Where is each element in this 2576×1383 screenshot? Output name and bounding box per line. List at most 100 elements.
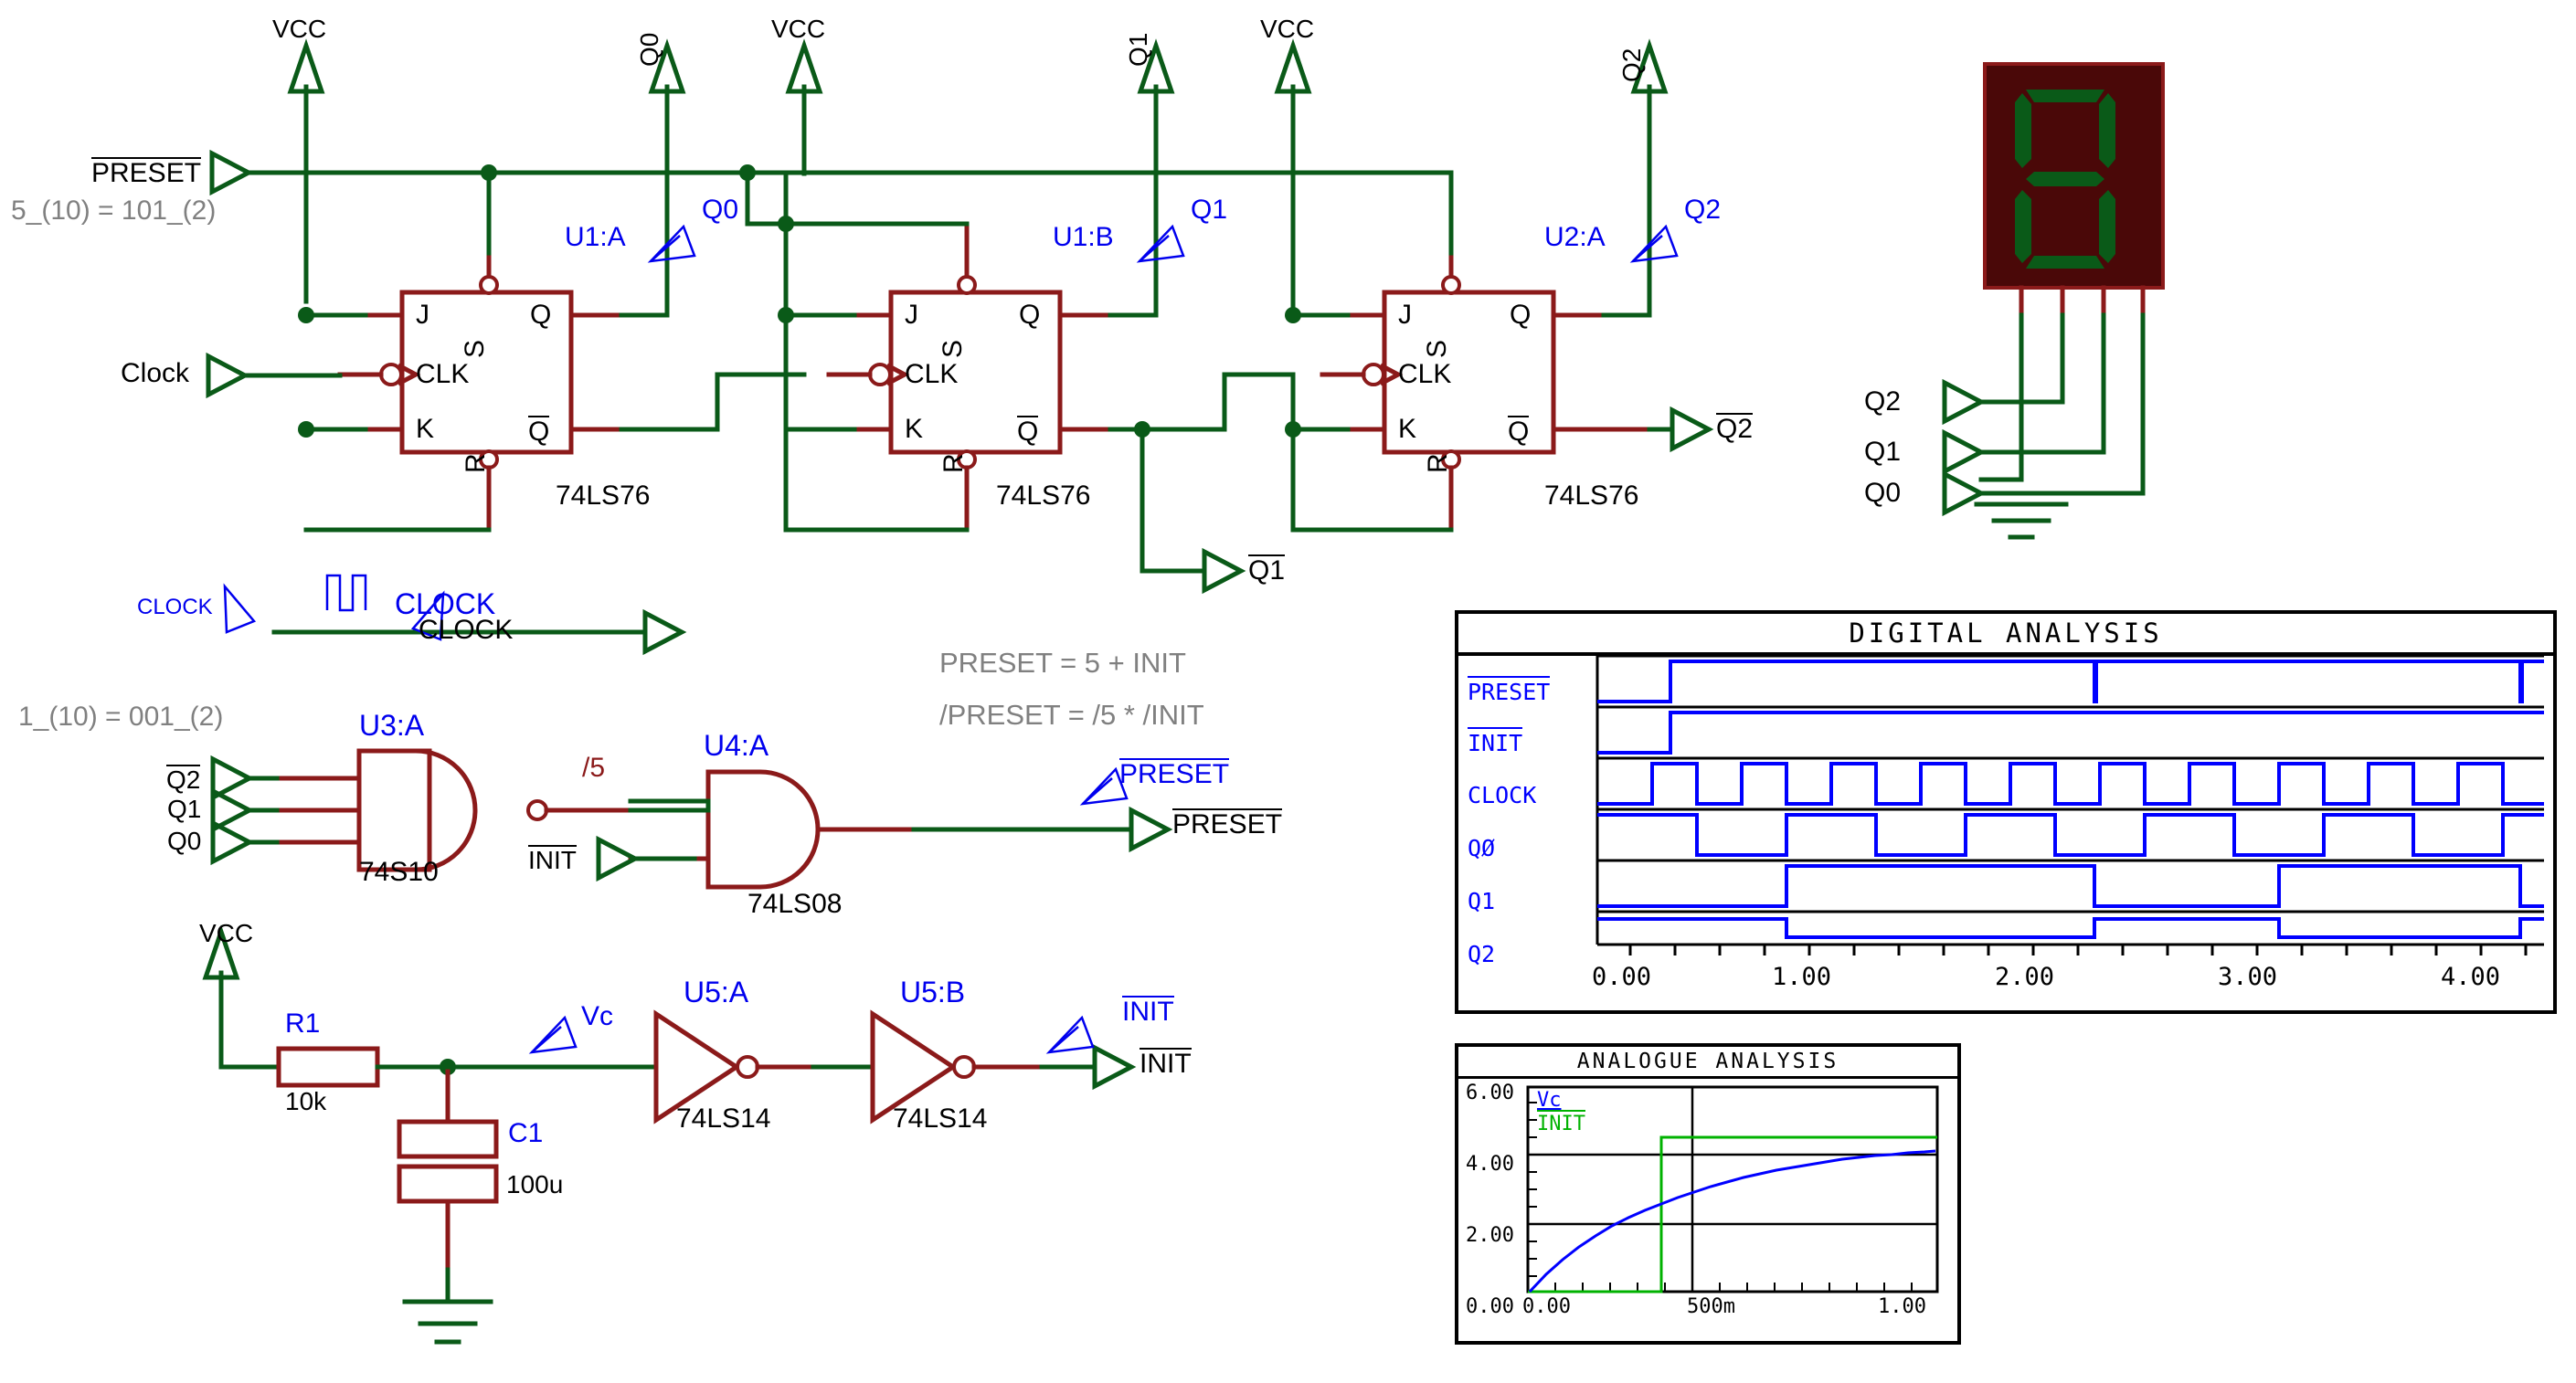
initbar-port-label: INIT [1140,1048,1192,1079]
and-probe-preset: PRESET [1119,758,1230,789]
port-q0-display [1942,470,1987,517]
ff2-pin-clk: CLK [905,359,959,389]
ff3-part: 74LS76 [1544,480,1639,511]
r1-ref: R1 [285,1008,321,1039]
junction-vcc-k1 [298,421,314,438]
analogue-analysis-title: ANALOGUE ANALYSIS [1576,1050,1839,1073]
q2bar-port-label: Q2 [1716,413,1754,444]
note-one: 1_(10) = 001_(2) [18,702,224,732]
seven-segment-display [1983,62,2165,290]
analogue-analysis-title-bar: ANALOGUE ANALYSIS [1458,1047,1957,1079]
c1-ref: C1 [508,1118,544,1148]
net-label-5: /5 [582,753,606,783]
port-q1bar-output [1202,547,1246,595]
wire-q0bar-to-clk2 [619,372,807,432]
ff2-pin-qbar: Q [1017,416,1039,447]
note-npreset-eq: /PRESET = /5 * /INIT [939,699,1204,731]
ff2-part: 74LS76 [996,480,1091,511]
clock-input-label: Clock [121,358,190,388]
ff2-pin-k: K [905,414,924,444]
xtick-3: 3.00 [2218,963,2278,991]
digital-legend: PRESET INIT CLOCK QØ Q1 Q2 [1464,661,1592,972]
legend-preset: PRESET [1468,676,1551,705]
segment-c [2099,190,2115,263]
port-q1-display [1942,428,1987,476]
nand-part: 74S10 [359,857,439,887]
nand-gate-u3a [274,748,711,872]
inv2-part: 74LS14 [893,1103,988,1134]
vcc-label-3: VCC [1260,15,1315,43]
ff1-pin-r: R [461,453,491,473]
vcc-symbol-2 [785,38,823,176]
and-part: 74LS08 [747,889,843,919]
q1bar-port-label: Q1 [1248,554,1286,586]
analogue-legend: Vc INIT [1537,1089,1585,1135]
digital-analysis-title-bar: DIGITAL ANALYSIS [1458,614,2553,656]
inv2-ref: U5:B [900,976,966,1008]
preset-port-label: PRESET [91,157,202,188]
port-clock-input [206,352,343,399]
wave-preset [1597,660,2544,703]
nand-in-q2bar: Q2 [166,765,201,794]
q0-top-label: Q0 [635,32,663,67]
clock-port-label: CLOCK [419,615,514,645]
wave-q0 [1597,813,2544,857]
vcc-symbol-4 [202,924,240,1070]
digital-waveform-plot [1595,654,2544,955]
ff3-ref: U2:A [1544,222,1606,252]
vc-probe-label: Vc [581,1001,614,1031]
ff1-pin-s: S [460,339,490,358]
wire-q1bar-to-clk3 [1108,372,1296,432]
legend-q1: Q1 [1468,888,1496,914]
legend-clock: CLOCK [1468,782,1537,808]
port-preset-input [209,149,1454,196]
port-q2-top [1630,38,1669,318]
xtick-a0: 0.00 [1522,1295,1571,1318]
ytick-0: 0.00 [1466,1295,1514,1318]
nand-in-q1: Q1 [167,795,202,823]
resistor-r1 [218,1046,451,1088]
c1-value: 100u [506,1170,564,1198]
legend-init: INIT [1468,727,1523,756]
wave-q2 [1597,917,2544,939]
and-port-preset: PRESET [1172,808,1283,839]
nand-in-q0: Q0 [167,827,202,855]
ff2-ref: U1:B [1053,222,1114,252]
ytick-4: 4.00 [1466,1153,1514,1176]
and-gate-u4a [628,769,1134,890]
note-preset-eq: PRESET = 5 + INIT [939,647,1186,679]
ff3-probe-label: Q2 [1684,195,1722,225]
port-initbar-in [596,835,697,882]
ff1-ref: U1:A [565,222,626,252]
vcc-symbol-3 [1274,38,1312,309]
legend-q0: QØ [1468,835,1496,861]
seg-in-q1: Q1 [1864,437,1902,467]
port-initbar-output [1092,1043,1137,1091]
vcc-label-2: VCC [771,15,826,43]
ff3-pin-k: K [1398,414,1417,444]
wave-clock [1597,762,2544,806]
wire-seg-q1 [1978,312,2106,455]
ff2-pin-q: Q [1019,300,1041,330]
capacitor-c1 [397,1064,499,1345]
ff1-probe-label: Q0 [702,195,739,225]
probe-q1 [1136,224,1185,263]
inv1-part: 74LS14 [676,1103,771,1134]
legend-init-analogue: INIT [1537,1110,1585,1135]
seg-in-q0: Q0 [1864,478,1902,508]
port-q2bar-in [210,755,280,802]
seg-in-q2: Q2 [1864,386,1902,417]
ff1-pin-j: J [416,300,429,330]
ff3-pin-clk: CLK [1398,359,1452,389]
segment-g [2026,172,2104,186]
digital-xaxis-labels: 0.00 1.00 2.00 3.00 4.00 [1592,963,2546,999]
initbar-probe-label: INIT [1122,996,1174,1027]
legend-q2: Q2 [1468,941,1496,967]
wave-q1 [1597,864,2544,908]
port-q1-in [210,787,280,834]
port-q0-in [210,818,280,866]
ff1-pin-q: Q [530,300,552,330]
probe-q0 [647,224,696,263]
segment-a [2026,90,2104,102]
ytick-6: 6.00 [1466,1082,1514,1104]
